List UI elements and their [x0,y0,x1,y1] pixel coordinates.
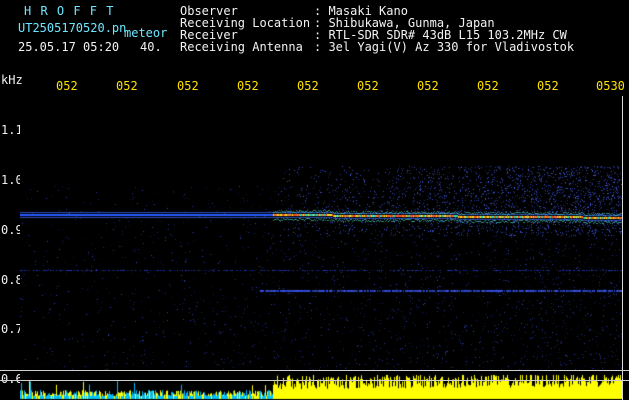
info-value: : 3el Yagi(V) Az 330 for Vladivostok [314,40,575,54]
time-tick-label: 052 [297,79,319,93]
detection-count: 40. [140,40,162,54]
spectrum-baseline-line [0,380,629,381]
freq-unit-label: kHz [1,73,23,87]
time-tick-label: 052 [237,79,259,93]
mode-label: meteor [124,26,168,40]
time-tick-label: 052 [537,79,559,93]
date-time: 25.05.17 05:20 [18,40,120,54]
time-tick-label: 052 [477,79,499,93]
spectrogram-canvas [20,96,622,400]
time-tick-label: 052 [357,79,379,93]
time-tick-label: 052 [56,79,78,93]
app-title: H R O F F T [24,4,115,18]
spectrum-divider-line [0,370,629,371]
spectrogram-right-border [622,96,623,400]
info-label: Receiving Antenna [180,40,303,54]
time-tick-label: 052 [177,79,199,93]
time-tick-label: 0530 [596,79,625,93]
time-tick-label: 052 [417,79,439,93]
file-name: UT2505170520.pn [18,21,127,35]
time-tick-label: 052 [116,79,138,93]
